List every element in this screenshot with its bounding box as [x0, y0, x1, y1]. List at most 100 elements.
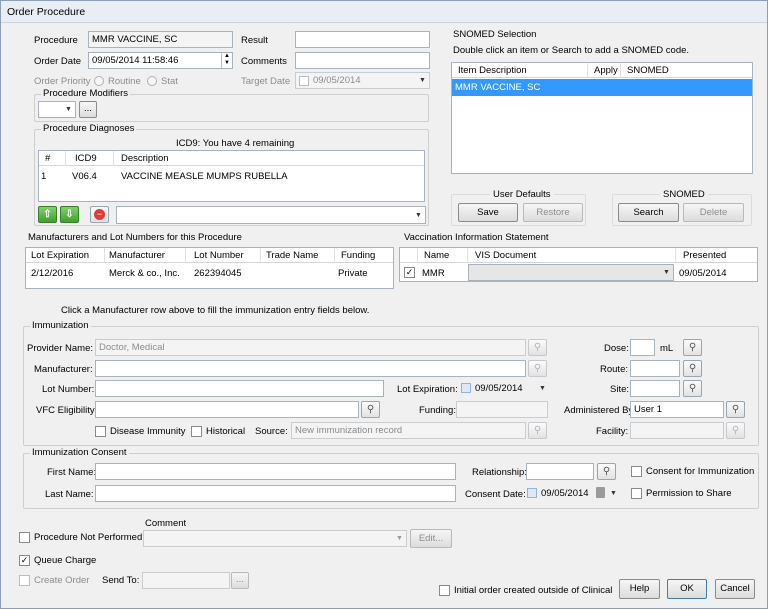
table-row[interactable]: ✓ MMR ▼ 09/05/2014: [400, 264, 757, 282]
lot-number-label: Lot Number:: [42, 384, 95, 395]
chevron-down-icon[interactable]: ▼: [416, 73, 429, 88]
search-icon[interactable]: ⚲: [683, 380, 702, 397]
vfc-eligibility-label: VFC Eligibility:: [36, 405, 98, 416]
target-date-field[interactable]: 09/05/2014 ▼: [295, 72, 430, 89]
site-label: Site:: [610, 384, 630, 395]
chevron-down-icon: ▼: [663, 269, 670, 276]
chevron-down-icon: ▼: [415, 211, 422, 219]
permission-checkbox[interactable]: [631, 488, 642, 499]
snomed-header: Item Description Apply SNOMED: [452, 63, 752, 78]
search-icon[interactable]: ⚲: [726, 401, 745, 418]
diagnoses-table: # ICD9 Description 1 V06.4 VACCINE MEASL…: [38, 150, 425, 202]
vfc-eligibility-field[interactable]: [95, 401, 359, 418]
modifier-browse-button[interactable]: ...: [79, 101, 97, 118]
search-icon[interactable]: ⚲: [726, 422, 745, 439]
search-icon[interactable]: ⚲: [597, 463, 616, 480]
consent-date-field[interactable]: 09/05/2014 ▼: [525, 485, 620, 502]
last-name-field[interactable]: [95, 485, 456, 502]
table-row[interactable]: MMR VACCINE, SC: [452, 79, 752, 96]
dose-field[interactable]: [630, 339, 655, 356]
search-button[interactable]: Search: [618, 203, 679, 222]
lot-number-field[interactable]: [95, 380, 384, 397]
col-funding: Funding: [341, 250, 376, 261]
snomed-selection-title: SNOMED Selection: [453, 29, 537, 40]
restore-button[interactable]: Restore: [523, 203, 583, 222]
move-down-icon[interactable]: ⇩: [60, 206, 79, 223]
route-field[interactable]: [630, 360, 680, 377]
vis-title: Vaccination Information Statement: [404, 232, 549, 243]
source-field[interactable]: New immunization record: [291, 422, 526, 439]
chevron-down-icon[interactable]: ▼: [536, 380, 549, 397]
search-icon[interactable]: ⚲: [528, 360, 547, 377]
procedure-diagnoses-title: Procedure Diagnoses: [41, 123, 137, 134]
disease-immunity-checkbox[interactable]: [95, 426, 106, 437]
ok-button[interactable]: OK: [667, 579, 707, 599]
administered-by-field[interactable]: User 1: [630, 401, 724, 418]
manufacturer-field[interactable]: [95, 360, 526, 377]
last-name-label: Last Name:: [45, 489, 94, 500]
send-to-field[interactable]: [142, 572, 230, 589]
edit-button[interactable]: Edit...: [410, 529, 452, 548]
stat-label: Stat: [161, 76, 178, 87]
create-order-label: Create Order: [34, 575, 90, 586]
site-field[interactable]: [630, 380, 680, 397]
routine-radio[interactable]: [94, 76, 104, 86]
not-performed-checkbox[interactable]: [19, 532, 30, 543]
modifier-select[interactable]: ▼: [38, 101, 76, 118]
search-icon[interactable]: ⚲: [528, 339, 547, 356]
facility-field[interactable]: [630, 422, 724, 439]
save-button[interactable]: Save: [458, 203, 518, 222]
diagnosis-select[interactable]: ▼: [116, 206, 426, 224]
target-date-value: 09/05/2014: [313, 75, 361, 86]
col-icd9: ICD9: [75, 153, 97, 164]
manufacturers-group: Manufacturers and Lot Numbers for this P…: [23, 232, 395, 318]
chevron-down-icon[interactable]: ▼: [607, 485, 620, 502]
user-defaults-group: User Defaults Save Restore: [451, 189, 586, 226]
move-up-icon[interactable]: ⇧: [38, 206, 57, 223]
stat-radio[interactable]: [147, 76, 157, 86]
help-button[interactable]: Help: [619, 579, 660, 599]
first-name-field[interactable]: [95, 463, 456, 480]
relationship-field[interactable]: [526, 463, 594, 480]
calendar-icon[interactable]: [596, 487, 605, 498]
comments-label: Comments: [241, 56, 287, 67]
procedure-diagnoses-group: Procedure Diagnoses ICD9: You have 4 rem…: [34, 123, 429, 226]
remove-icon[interactable]: −: [90, 206, 109, 223]
search-icon[interactable]: ⚲: [361, 401, 380, 418]
lot-expiration-checkbox[interactable]: [461, 383, 471, 393]
comments-field[interactable]: [295, 52, 430, 69]
result-field[interactable]: [295, 31, 430, 48]
comment-select[interactable]: ▼: [143, 530, 407, 547]
result-label: Result: [241, 35, 268, 46]
consent-immunization-checkbox[interactable]: [631, 466, 642, 477]
historical-checkbox[interactable]: [191, 426, 202, 437]
funding-field[interactable]: [456, 401, 548, 418]
funding-label: Funding:: [419, 405, 456, 416]
search-icon[interactable]: ⚲: [683, 360, 702, 377]
queue-charge-label: Queue Charge: [34, 555, 97, 566]
manufacturer-label: Manufacturer:: [34, 364, 93, 375]
cancel-button[interactable]: Cancel: [715, 579, 755, 599]
target-date-checkbox[interactable]: [299, 76, 309, 86]
delete-button[interactable]: Delete: [683, 203, 744, 222]
queue-charge-checkbox[interactable]: ✓: [19, 555, 30, 566]
col-manufacturer: Manufacturer: [109, 250, 165, 261]
outside-clinical-checkbox[interactable]: [439, 585, 450, 596]
routine-label: Routine: [108, 76, 141, 87]
col-name: Name: [424, 250, 450, 261]
table-row[interactable]: 2/12/2016 Merck & co., Inc. 262394045 Pr…: [26, 264, 393, 282]
col-presented: Presented: [683, 250, 727, 261]
order-date-field[interactable]: 09/05/2014 11:58:46 ▲ ▼: [88, 52, 233, 69]
vis-document-select[interactable]: ▼: [468, 264, 674, 281]
search-icon[interactable]: ⚲: [528, 422, 547, 439]
consent-date-checkbox[interactable]: [527, 488, 537, 498]
search-icon[interactable]: ⚲: [683, 339, 702, 356]
lot-expiration-field[interactable]: 09/05/2014 ▼: [459, 380, 549, 397]
send-to-browse-button[interactable]: ...: [231, 572, 249, 589]
spinner-arrows-icon[interactable]: ▲ ▼: [221, 53, 232, 68]
vis-checkbox[interactable]: ✓: [404, 267, 415, 278]
provider-field[interactable]: Doctor, Medical: [95, 339, 526, 356]
create-order-checkbox[interactable]: [19, 575, 30, 586]
manufacturers-table: Lot Expiration Manufacturer Lot Number T…: [25, 247, 394, 289]
table-row[interactable]: 1 V06.4 VACCINE MEASLE MUMPS RUBELLA: [39, 167, 424, 185]
